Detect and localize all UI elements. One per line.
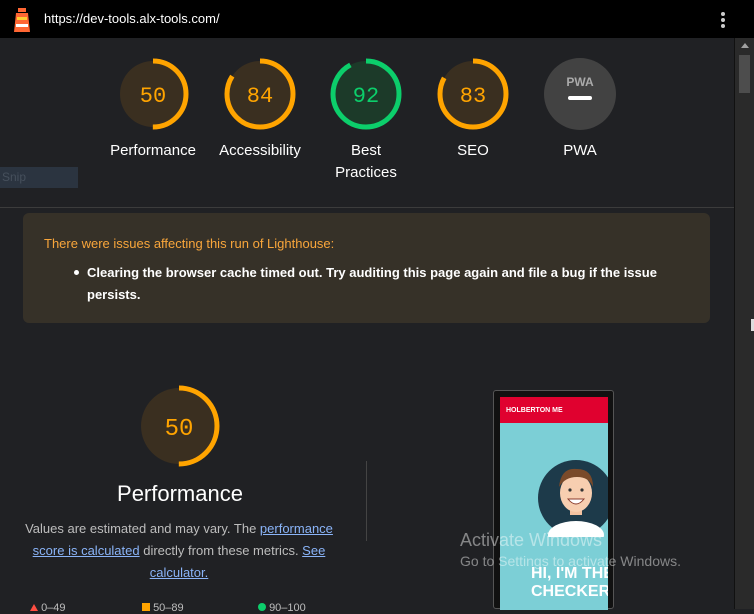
- avatar-illustration-icon: [538, 460, 608, 537]
- snip-tool-button[interactable]: Snip: [0, 167, 78, 188]
- page-screenshot-thumbnail[interactable]: HOLBERTON ME HI, I'M THE CHECKER: [493, 390, 614, 610]
- legend-fail: 0–49: [30, 602, 66, 614]
- section-divider: [366, 461, 367, 541]
- screenshot-hero-text: HI, I'M THE CHECKER: [531, 565, 608, 600]
- gauge-seo-ring: 83: [437, 58, 509, 130]
- legend-average: 50–89: [142, 602, 184, 614]
- pwa-badge-text: PWA: [566, 75, 594, 89]
- performance-title: Performance: [117, 481, 243, 506]
- lighthouse-logo-icon: [14, 8, 30, 32]
- vertical-scrollbar[interactable]: [734, 38, 754, 609]
- performance-description: Values are estimated and may vary. The p…: [18, 518, 340, 584]
- gauge-label: PWA: [563, 142, 597, 159]
- scrollbar-thumb[interactable]: [739, 55, 750, 93]
- screenshot-header: HOLBERTON ME: [500, 397, 608, 423]
- gauge-score: 92: [353, 84, 379, 109]
- gauge-label: Accessibility: [219, 142, 301, 159]
- performance-gauge-large[interactable]: 50: [138, 385, 220, 467]
- gauge-seo[interactable]: 83 SEO: [418, 58, 528, 162]
- gauge-score: 83: [460, 84, 486, 109]
- gauge-label: SEO: [457, 142, 489, 159]
- gauge-best-practices-ring: 92: [330, 58, 402, 130]
- gauge-score: 84: [247, 84, 273, 109]
- more-options-icon[interactable]: [720, 10, 726, 30]
- legend-label: 90–100: [269, 602, 306, 614]
- category-gauges: 50 Performance 84 Accessibility 92 Best …: [0, 38, 734, 208]
- activate-windows-watermark: Activate Windows Go to Settings to activ…: [460, 530, 681, 569]
- legend-label: 50–89: [153, 602, 184, 614]
- performance-score: 50: [165, 416, 194, 443]
- gauge-performance[interactable]: 50 Performance: [98, 58, 208, 162]
- browser-topbar: https://dev-tools.alx-tools.com/: [0, 0, 754, 38]
- gauge-performance-ring: 50: [117, 58, 189, 130]
- screenshot-body: HI, I'M THE CHECKER: [500, 423, 608, 610]
- circle-icon: [258, 603, 266, 611]
- triangle-icon: [30, 604, 38, 611]
- gauge-pwa[interactable]: PWA PWA: [525, 58, 635, 162]
- warning-title: There were issues affecting this run of …: [44, 236, 335, 251]
- gauge-accessibility[interactable]: 84 Accessibility: [205, 58, 315, 162]
- desc-mid: directly from these metrics.: [139, 543, 303, 558]
- gauge-label: Performance: [110, 142, 196, 159]
- gauge-best-practices[interactable]: 92 Best Practices: [311, 58, 421, 184]
- gauge-label-line2: Practices: [335, 164, 397, 181]
- gauge-label-line1: Best: [350, 142, 381, 159]
- warning-item: Clearing the browser cache timed out. Tr…: [87, 265, 657, 302]
- gauge-label: Best Practices: [311, 140, 421, 184]
- gauge-accessibility-ring: 84: [224, 58, 296, 130]
- legend-pass: 90–100: [258, 602, 306, 614]
- gauge-score: 50: [140, 84, 166, 109]
- bullet-icon: [74, 270, 79, 275]
- square-icon: [142, 603, 150, 611]
- desc-prefix: Values are estimated and may vary. The: [25, 521, 260, 536]
- pwa-badge-icon: PWA: [544, 58, 616, 130]
- legend-label: 0–49: [41, 602, 66, 614]
- warning-box: There were issues affecting this run of …: [23, 213, 710, 323]
- address-url[interactable]: https://dev-tools.alx-tools.com/: [44, 11, 220, 26]
- watermark-line1: Activate Windows: [460, 530, 603, 550]
- watermark-line2: Go to Settings to activate Windows.: [460, 553, 681, 569]
- scroll-up-arrow-icon[interactable]: [741, 43, 749, 48]
